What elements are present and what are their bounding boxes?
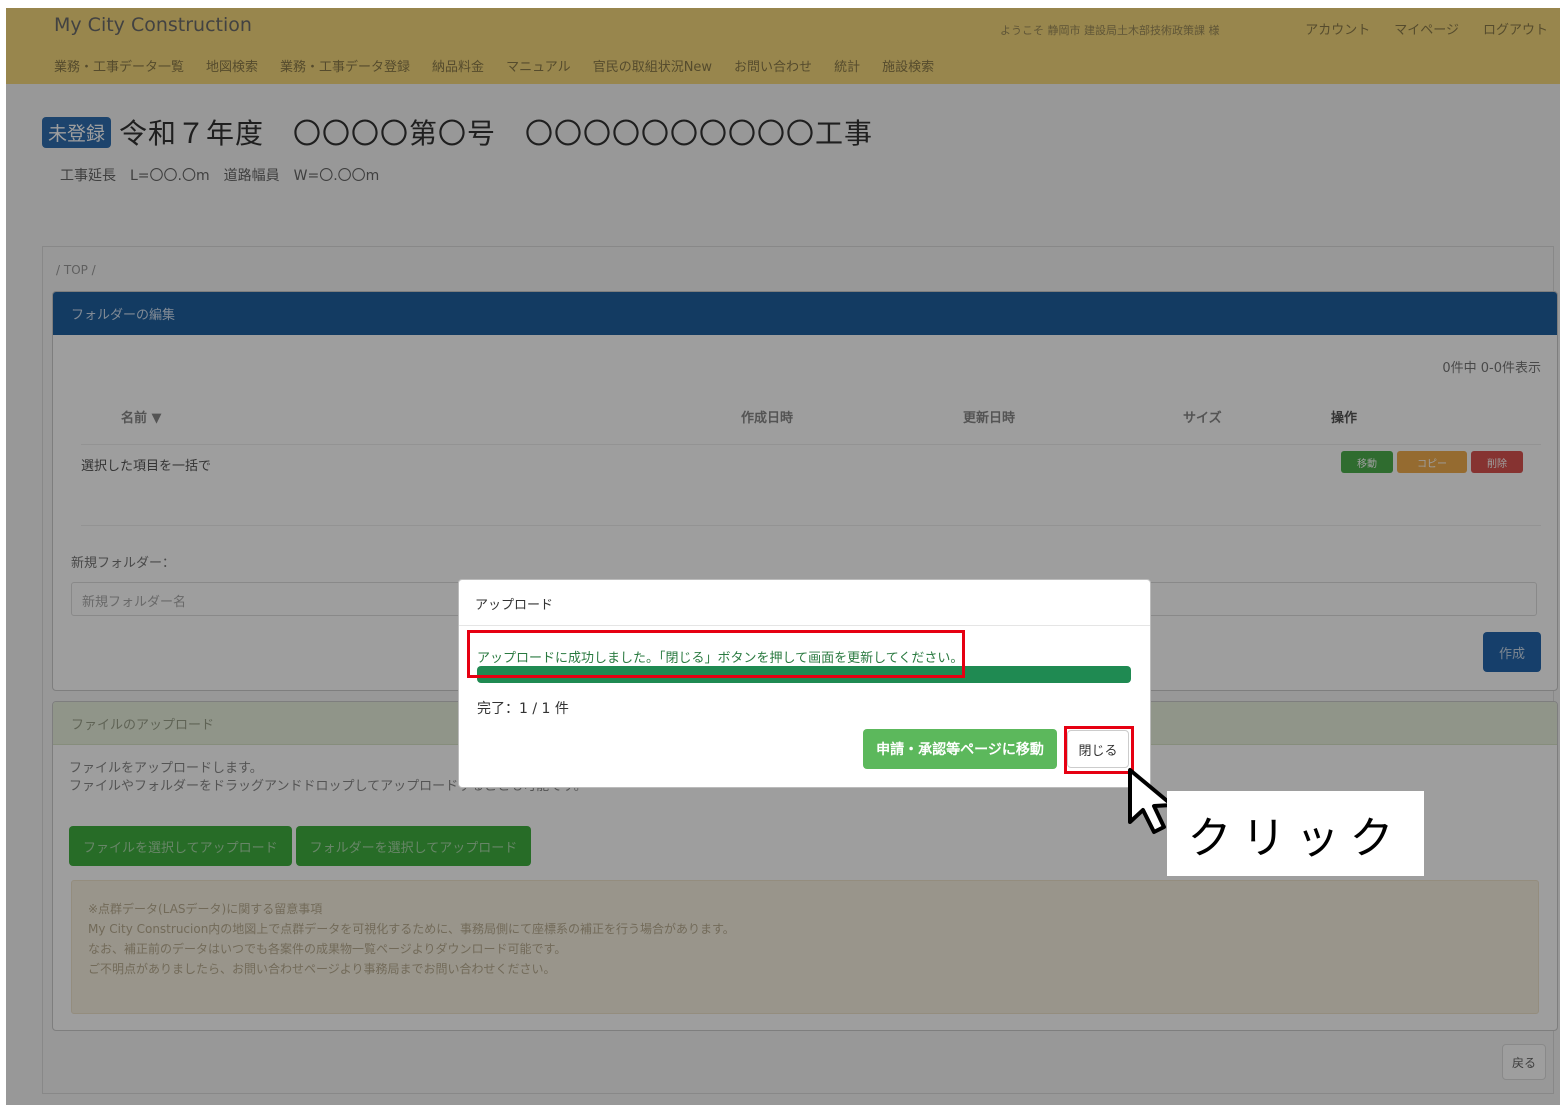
modal-title: アップロード [459,580,1150,626]
upload-progress-fill [477,666,1131,683]
click-callout: クリック [1167,791,1424,876]
goto-approval-button[interactable]: 申請・承認等ページに移動 [863,729,1057,769]
upload-progress-bar [477,666,1131,683]
upload-status: 完了：1 / 1 件 [477,701,569,717]
browser-viewport: My City Construction ようこそ 静岡市 建設局土木部技術政策… [6,8,1560,1105]
upload-success-message: アップロードに成功しました。「閉じる」ボタンを押して画面を更新してください。 [477,651,964,666]
upload-modal: アップロード アップロードに成功しました。「閉じる」ボタンを押して画面を更新して… [458,579,1151,788]
modal-backdrop [6,8,1560,1105]
